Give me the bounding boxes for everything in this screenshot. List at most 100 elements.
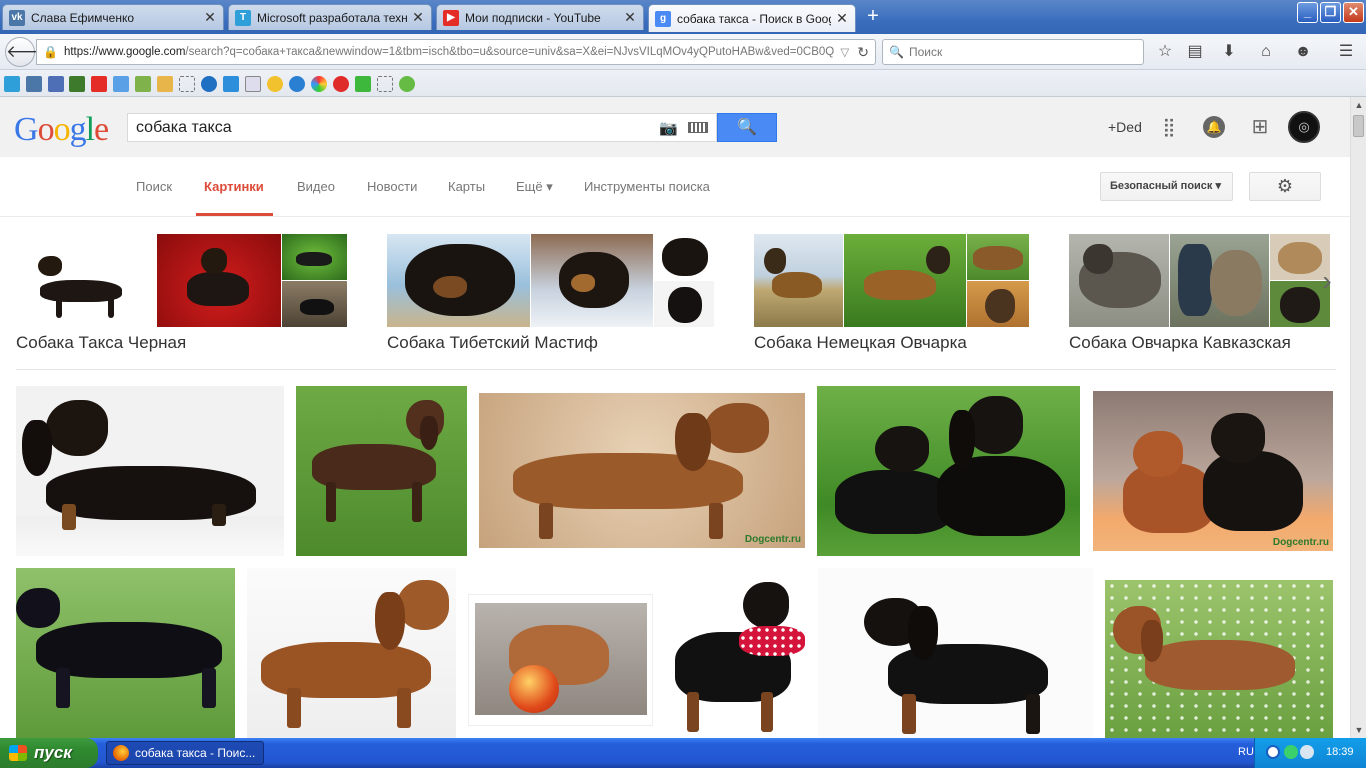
volume-icon[interactable] (1300, 745, 1314, 759)
close-icon[interactable]: ✕ (411, 9, 425, 26)
bookmark-t-icon[interactable] (4, 76, 20, 92)
image-result[interactable] (16, 386, 284, 556)
image-result[interactable] (468, 594, 653, 726)
related-thumb[interactable] (157, 234, 281, 327)
related-thumb[interactable] (282, 234, 347, 280)
bookmark-notes-icon[interactable] (157, 76, 173, 92)
new-tab-button[interactable]: + (862, 6, 884, 28)
back-button[interactable]: 🡐 (5, 37, 52, 67)
image-result[interactable] (296, 386, 467, 556)
browser-tab-youtube[interactable]: ▶ Мои подписки - YouTube ✕ (436, 4, 644, 30)
bookmark-youtube-icon[interactable] (91, 76, 107, 92)
related-thumb[interactable] (967, 234, 1029, 280)
close-icon[interactable]: ✕ (835, 10, 849, 27)
tab-more[interactable]: Ещё ▾ (516, 179, 553, 195)
home-icon[interactable]: ⌂ (1253, 40, 1279, 64)
related-label[interactable]: Собака Тибетский Мастиф (387, 333, 598, 353)
smiley-icon[interactable]: ☻ (1290, 40, 1316, 64)
bookmark-b-icon[interactable] (48, 76, 64, 92)
minimize-button[interactable]: _ (1297, 2, 1318, 23)
tab-search[interactable]: Поиск (136, 179, 172, 194)
related-thumb[interactable] (16, 234, 157, 327)
safe-search-dropdown[interactable]: Безопасный поиск ▾ (1100, 172, 1233, 201)
chevron-right-icon[interactable]: › (1316, 266, 1338, 300)
camera-icon[interactable]: 📷 (659, 119, 678, 137)
reading-list-icon[interactable]: ▤ (1182, 40, 1208, 64)
bookmark-sync-icon[interactable] (289, 76, 305, 92)
related-thumb[interactable] (754, 234, 843, 327)
user-profile-link[interactable]: +Ded (1108, 119, 1142, 135)
browser-search-input[interactable]: 🔍 Поиск (882, 39, 1144, 65)
scrollbar-thumb[interactable] (1353, 115, 1364, 137)
close-icon[interactable]: ✕ (623, 9, 637, 26)
bookmark-weather-icon[interactable] (267, 76, 283, 92)
browser-tab-microsoft[interactable]: T Microsoft разработала техн... ✕ (228, 4, 432, 30)
image-result[interactable] (247, 568, 456, 738)
vertical-scrollbar[interactable]: ▲ ▼ (1350, 97, 1366, 738)
google-search-button[interactable]: 🔍 (717, 113, 777, 142)
tab-maps[interactable]: Карты (448, 179, 485, 194)
bookmark-cloud-icon[interactable] (201, 76, 217, 92)
browser-tab-vk[interactable]: vk Слава Ефимченко ✕ (2, 4, 224, 30)
bookmark-empty-icon[interactable] (179, 76, 195, 92)
google-search-input[interactable]: собака такса 📷 (127, 113, 717, 142)
related-thumb[interactable] (1069, 234, 1169, 327)
reload-icon[interactable]: ↻ (857, 44, 869, 61)
share-plus-icon[interactable]: ⊞ (1249, 116, 1271, 138)
maximize-button[interactable]: ❐ (1320, 2, 1341, 23)
gear-icon[interactable]: ⚙ (1249, 172, 1321, 201)
bookmark-plant-icon[interactable] (399, 76, 415, 92)
tab-search-tools[interactable]: Инструменты поиска (584, 179, 710, 194)
related-thumb[interactable] (654, 281, 714, 327)
bookmark-download-icon[interactable] (113, 76, 129, 92)
bookmark-dropbox-icon[interactable] (223, 76, 239, 92)
close-icon[interactable]: ✕ (203, 9, 217, 26)
google-logo[interactable]: Google (14, 112, 109, 148)
bookmark-image-icon[interactable] (135, 76, 151, 92)
chevron-down-icon[interactable]: ▽ (840, 45, 849, 59)
url-bar[interactable]: 🔒 https://www.google.com/search?q=собака… (36, 39, 876, 65)
related-label[interactable]: Собака Немецкая Овчарка (754, 333, 967, 353)
network-icon[interactable] (1284, 745, 1298, 759)
related-thumb[interactable] (844, 234, 966, 327)
image-result[interactable] (818, 568, 1093, 738)
bookmark-mail-icon[interactable] (333, 76, 349, 92)
image-result[interactable] (817, 386, 1080, 556)
bookmark-shield-icon[interactable] (355, 76, 371, 92)
apps-grid-icon[interactable]: ⣿ (1158, 116, 1180, 138)
tab-news[interactable]: Новости (367, 179, 417, 194)
bookmark-star-icon[interactable]: ☆ (1152, 40, 1178, 64)
related-thumb[interactable] (531, 234, 653, 327)
image-result[interactable] (665, 568, 806, 738)
notifications-icon[interactable]: 🔔 (1203, 116, 1225, 138)
bookmark-color-icon[interactable] (311, 76, 327, 92)
keyboard-icon[interactable] (688, 122, 708, 133)
close-window-button[interactable]: ✕ (1343, 2, 1364, 23)
browser-tab-google[interactable]: g собака такса - Поиск в Google ✕ (648, 4, 856, 32)
bookmark-empty2-icon[interactable] (377, 76, 393, 92)
image-result[interactable] (16, 568, 235, 738)
start-button[interactable]: пуск (0, 738, 98, 768)
tab-images[interactable]: Картинки (204, 179, 264, 194)
tab-video[interactable]: Видео (297, 179, 335, 194)
image-result[interactable]: Dogcentr.ru (479, 393, 805, 548)
related-thumb[interactable] (654, 234, 714, 280)
avatar[interactable]: ◎ (1288, 111, 1320, 143)
related-thumb[interactable] (387, 234, 530, 327)
related-thumb[interactable] (282, 281, 347, 327)
scroll-up-icon[interactable]: ▲ (1351, 97, 1366, 113)
language-indicator[interactable]: RU (1238, 746, 1254, 758)
related-thumb[interactable] (1170, 234, 1269, 327)
bookmark-minecraft-icon[interactable] (69, 76, 85, 92)
bookmark-vk-icon[interactable] (26, 76, 42, 92)
related-thumb[interactable] (967, 281, 1029, 327)
bookmark-doc-icon[interactable] (245, 76, 261, 92)
taskbar-item-firefox[interactable]: собака такса - Поис... (106, 741, 264, 765)
image-result[interactable] (1105, 580, 1333, 738)
menu-icon[interactable]: ☰ (1333, 40, 1359, 64)
scroll-down-icon[interactable]: ▼ (1351, 722, 1366, 738)
related-label[interactable]: Собака Такса Черная (16, 333, 186, 353)
image-result[interactable]: Dogcentr.ru (1093, 391, 1333, 551)
download-icon[interactable]: ⬇ (1216, 40, 1242, 64)
back-arrow-tray-icon[interactable] (1266, 745, 1280, 759)
